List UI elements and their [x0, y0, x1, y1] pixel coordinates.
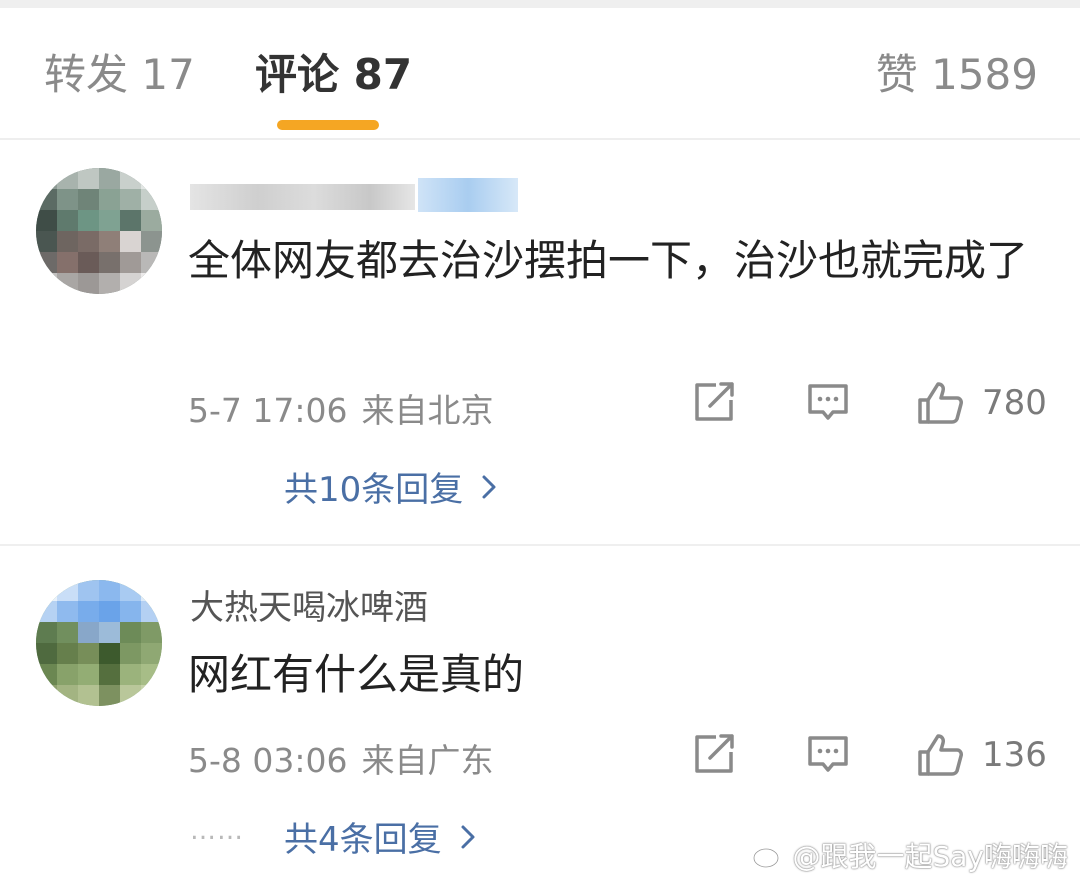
- top-strip: [0, 0, 1080, 8]
- comment-icon: [808, 736, 848, 772]
- replies-count-label: 共4条回复: [284, 820, 442, 860]
- blurred-badge: [418, 178, 518, 212]
- username[interactable]: 大热天喝冰啤酒: [190, 586, 428, 630]
- comment-text: 全体网友都去治沙摆拍一下，治沙也就完成了: [188, 236, 1029, 285]
- comment-location: 来自北京: [361, 391, 494, 430]
- like-button[interactable]: 780: [916, 380, 1047, 426]
- comment-meta: 5-7 17:06 来自北京: [188, 384, 494, 432]
- tab-comments[interactable]: 评论 87: [255, 50, 412, 100]
- watermark-text: @跟我一起Say嗨嗨嗨: [792, 840, 1068, 873]
- watermark: @跟我一起Say嗨嗨嗨: [752, 835, 1068, 875]
- like-icon: [918, 382, 963, 424]
- comment-date: 5-7 17:06: [188, 391, 348, 430]
- share-button[interactable]: [692, 380, 736, 424]
- comment-meta: 5-8 03:06 来自广东: [188, 734, 494, 782]
- tab-repost[interactable]: 转发 17: [44, 50, 195, 100]
- active-tab-indicator: [277, 120, 379, 130]
- chevron-right-icon: [482, 475, 496, 498]
- share-icon: [695, 734, 734, 773]
- avatar[interactable]: [36, 580, 162, 706]
- view-replies-link[interactable]: 共10条回复: [284, 462, 497, 511]
- blurred-name-bar: [190, 184, 415, 210]
- comment-icon: [808, 384, 848, 420]
- replies-count-label: 共10条回复: [284, 470, 464, 510]
- avatar[interactable]: [36, 168, 162, 294]
- like-count: 136: [982, 735, 1047, 775]
- comment-location: 来自广东: [361, 741, 494, 780]
- tab-likes[interactable]: 赞 1589: [876, 50, 1038, 100]
- like-count: 780: [982, 383, 1047, 423]
- comment-date: 5-8 03:06: [188, 741, 348, 780]
- chevron-right-icon: [461, 825, 475, 848]
- like-icon: [918, 734, 963, 776]
- share-button[interactable]: [692, 732, 736, 776]
- comment-text: 网红有什么是真的: [188, 650, 525, 699]
- reply-button[interactable]: [806, 380, 850, 424]
- username-blurred[interactable]: [190, 172, 520, 220]
- weibo-logo-icon: [753, 843, 785, 869]
- like-button[interactable]: 136: [916, 732, 1047, 778]
- reply-dots: ……: [190, 816, 244, 846]
- share-icon: [695, 382, 734, 421]
- comment-item: 全体网友都去治沙摆拍一下，治沙也就完成了 5-7 17:06 来自北京 780 共…: [0, 140, 1080, 544]
- tab-bar: 转发 17 评论 87 赞 1589: [0, 8, 1080, 138]
- comment-item: 大热天喝冰啤酒 网红有什么是真的 5-8 03:06 来自广东 136 …… 共4…: [0, 546, 1080, 883]
- reply-button[interactable]: [806, 732, 850, 776]
- view-replies-link[interactable]: 共4条回复: [284, 812, 476, 861]
